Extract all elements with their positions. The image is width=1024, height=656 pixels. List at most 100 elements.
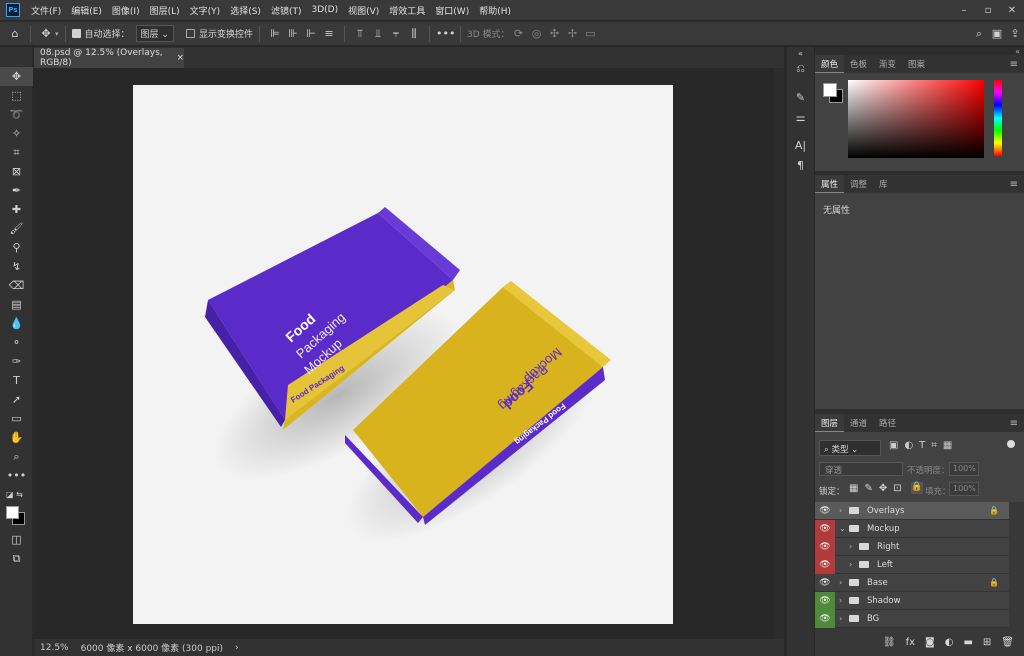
chevron-down-icon[interactable]: ▾: [55, 30, 59, 38]
align-bottom-icon[interactable]: ⫧: [387, 27, 405, 41]
dodge-tool-icon[interactable]: ⚬: [0, 333, 33, 352]
tab-paths[interactable]: 路径: [873, 414, 902, 432]
visibility-eye-icon[interactable]: 👁: [815, 502, 835, 520]
close-tab-icon[interactable]: ×: [176, 53, 184, 63]
tab-patterns[interactable]: 图案: [902, 55, 931, 73]
visibility-eye-icon[interactable]: 👁: [815, 519, 835, 538]
more-tools-icon[interactable]: •••: [0, 466, 33, 485]
collapse-panels-icon[interactable]: «: [815, 47, 1024, 56]
brush-tool-icon[interactable]: 🖌: [0, 219, 33, 238]
visibility-eye-icon[interactable]: 👁: [815, 574, 835, 592]
status-arrow-icon[interactable]: ›: [229, 643, 245, 653]
visibility-eye-icon[interactable]: 👁: [815, 609, 835, 628]
zoom-tool-icon[interactable]: ⌕: [0, 447, 33, 466]
move-tool-icon[interactable]: ✥: [0, 67, 33, 86]
layer-row[interactable]: 👁 › Base 🔒: [815, 574, 1009, 592]
zoom-level[interactable]: 12.5%: [34, 643, 75, 653]
vertical-scrollbar[interactable]: [774, 68, 784, 639]
tab-adjustments[interactable]: 调整: [844, 175, 873, 193]
align-left-icon[interactable]: ⊫: [266, 27, 284, 40]
layer-name[interactable]: BG: [867, 614, 879, 624]
menu-filter[interactable]: 滤镜(T): [266, 4, 307, 17]
layer-row[interactable]: 👁 › BG: [815, 609, 1009, 628]
tab-layers[interactable]: 图层: [815, 414, 845, 432]
menu-layer[interactable]: 图层(L): [145, 4, 185, 17]
layer-name[interactable]: Right: [877, 542, 899, 552]
close-button[interactable]: ✕: [1000, 0, 1024, 20]
document-info[interactable]: 6000 像素 x 6000 像素 (300 ppi): [75, 641, 229, 654]
paragraph-panel-icon[interactable]: ¶: [787, 155, 814, 175]
tab-swatches[interactable]: 色板: [844, 55, 873, 73]
foreground-color-swatch[interactable]: [6, 506, 19, 519]
marquee-tool-icon[interactable]: ⬚: [0, 86, 33, 105]
search-icon[interactable]: ⌕: [970, 27, 988, 41]
auto-select-checkbox[interactable]: [71, 29, 81, 38]
path-select-icon[interactable]: ➚: [0, 390, 33, 409]
layer-filter-icons[interactable]: ▣◐T⌗▦: [889, 440, 958, 451]
blur-tool-icon[interactable]: 💧: [0, 314, 33, 333]
color-swatches[interactable]: [0, 504, 32, 530]
tab-gradients[interactable]: 渐变: [873, 55, 902, 73]
layer-row[interactable]: 👁 › Overlays 🔒: [815, 502, 1009, 520]
align-top-icon[interactable]: ⫪: [351, 27, 369, 41]
swap-colors-icon[interactable]: ◪ ⇆: [0, 485, 33, 504]
menu-3d[interactable]: 3D(D): [306, 5, 343, 15]
chevron-right-icon[interactable]: ›: [849, 542, 859, 551]
share-icon[interactable]: ⇪: [1006, 27, 1024, 40]
adjustments-icon[interactable]: ⚌: [787, 107, 814, 127]
layer-name[interactable]: Base: [867, 578, 888, 588]
lock-options-icons[interactable]: ▦✎✥⊡: [849, 483, 908, 494]
history-panel-icon[interactable]: ⎌: [787, 59, 814, 79]
visibility-eye-icon[interactable]: 👁: [815, 591, 835, 610]
transform-controls-checkbox[interactable]: [185, 29, 195, 38]
crop-tool-icon[interactable]: ⌗: [0, 143, 33, 162]
collapse-dock-icon[interactable]: «: [787, 47, 814, 59]
fill-input[interactable]: 100%: [949, 482, 979, 496]
home-icon[interactable]: ⌂: [6, 27, 24, 40]
hand-tool-icon[interactable]: ✋: [0, 428, 33, 447]
layer-name[interactable]: Shadow: [867, 596, 901, 606]
chevron-down-icon[interactable]: ⌄: [839, 524, 849, 533]
layer-row[interactable]: 👁 › Shadow: [815, 591, 1009, 610]
distribute-icon[interactable]: ≡: [320, 27, 338, 40]
layers-scrollbar[interactable]: [1009, 502, 1024, 628]
hue-slider[interactable]: [994, 80, 1002, 156]
chevron-right-icon[interactable]: ›: [839, 506, 849, 515]
layer-name[interactable]: Overlays: [867, 506, 904, 516]
color-picker-field[interactable]: [848, 80, 984, 158]
panel-menu-icon[interactable]: ≡: [1010, 418, 1018, 429]
align-center-icon[interactable]: ⊪: [284, 27, 302, 40]
visibility-eye-icon[interactable]: 👁: [815, 555, 835, 574]
align-middle-icon[interactable]: ⫫: [369, 27, 387, 41]
move-tool-icon[interactable]: ✥: [37, 27, 55, 40]
menu-edit[interactable]: 编辑(E): [66, 4, 107, 17]
magic-wand-icon[interactable]: ✧: [0, 124, 33, 143]
filter-toggle-icon[interactable]: [1007, 440, 1015, 448]
workspace-icon[interactable]: ▣: [988, 27, 1006, 40]
tab-libraries[interactable]: 库: [873, 175, 894, 193]
distribute-vertical-icon[interactable]: ⫼: [405, 27, 423, 41]
chevron-right-icon[interactable]: ›: [839, 596, 849, 605]
color-foreground-swatch[interactable]: [823, 83, 837, 97]
screen-mode-icon[interactable]: ⧉: [0, 549, 33, 568]
pen-tool-icon[interactable]: ✑: [0, 352, 33, 371]
menu-select[interactable]: 选择(S): [225, 4, 266, 17]
add-mask-icon[interactable]: ◙: [925, 637, 935, 648]
panel-menu-icon[interactable]: ≡: [1010, 59, 1018, 70]
layer-name[interactable]: Left: [877, 560, 893, 570]
clone-stamp-icon[interactable]: ⚲: [0, 238, 33, 257]
menu-file[interactable]: 文件(F): [26, 4, 66, 17]
layer-row[interactable]: 👁 ⌄ Mockup: [815, 519, 1009, 538]
document-tab[interactable]: 08.psd @ 12.5% (Overlays, RGB/8) ×: [34, 48, 184, 68]
type-tool-icon[interactable]: T: [0, 371, 33, 390]
visibility-eye-icon[interactable]: 👁: [815, 537, 835, 556]
healing-brush-icon[interactable]: ✚: [0, 200, 33, 219]
menu-type[interactable]: 文字(Y): [185, 4, 226, 17]
chevron-right-icon[interactable]: ›: [839, 614, 849, 623]
document-canvas[interactable]: Food Packaging Mockup Food Packaging Foo…: [133, 85, 673, 624]
delete-layer-icon[interactable]: 🗑: [1001, 637, 1014, 648]
new-layer-icon[interactable]: ⊞: [983, 637, 991, 648]
eyedropper-icon[interactable]: ✒: [0, 181, 33, 200]
lasso-tool-icon[interactable]: ➰: [0, 105, 33, 124]
tab-channels[interactable]: 通道: [844, 414, 873, 432]
